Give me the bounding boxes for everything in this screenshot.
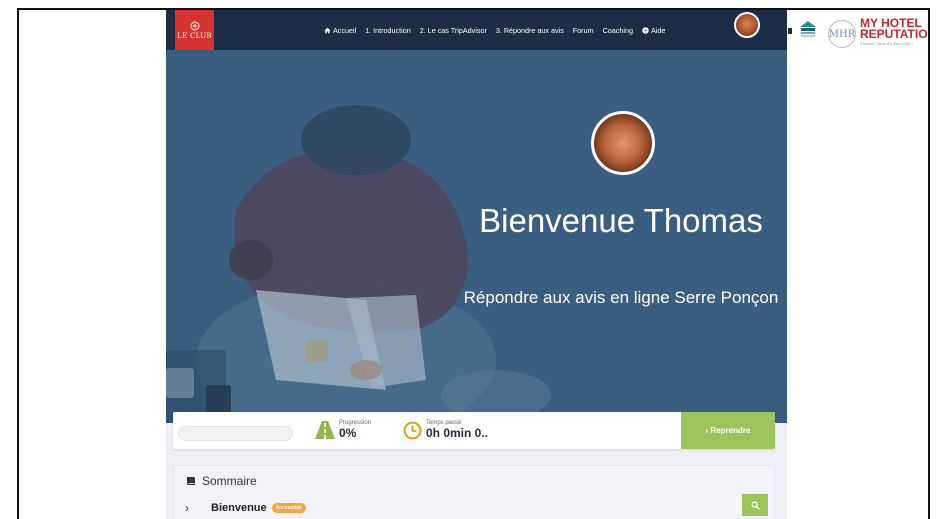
nav-item-label: Accueil [333,25,357,35]
search-icon [750,500,760,510]
question-circle-icon: ? [642,26,649,34]
mhr-title: MY HOTEL REPUTATION [860,16,930,41]
nav-item-aide[interactable]: ? Aide [642,26,665,35]
main-menu: Accueil 1. Introduction 2. Le cas TripAd… [324,10,674,50]
partner-logos: MHR MY HOTEL REPUTATION Prenez l'avis du… [788,16,930,50]
progress-track [178,426,293,441]
search-button[interactable] [742,494,768,516]
mhr-tagline: Prenez l'avis du bon côté ! [860,41,914,46]
nav-edge [788,28,792,34]
profile-avatar [591,111,655,175]
mhr-logo-circle: MHR [828,20,856,48]
top-navbar: LE CLUB Accueil 1. Introduction 2. Le ca… [166,10,787,50]
book-icon [187,477,195,485]
nav-item-introduction[interactable]: 1. Introduction [365,26,411,35]
nav-item-label: 2. Le cas TripAdvisor [419,25,487,35]
browser-frame: LE CLUB Accueil 1. Introduction 2. Le ca… [17,8,930,519]
club-logo[interactable]: LE CLUB [175,10,214,50]
summary-panel: Sommaire › Bienvenue Accessible [173,465,775,519]
logo-mark-icon [190,21,199,30]
summary-item-label: Bienvenue [211,502,267,514]
home-icon [324,27,331,33]
hero-banner: Bienvenue Thomas Répondre aux avis en li… [166,50,787,423]
summary-header: Sommaire [186,474,257,488]
chevron-right-icon[interactable]: › [185,501,205,515]
clock-icon [403,421,422,439]
accessible-badge: Accessible [271,503,306,513]
user-avatar[interactable] [734,12,760,38]
course-subtitle: Répondre aux avis en ligne Serre Ponçon [463,288,779,307]
nav-item-coaching[interactable]: Coaching [603,26,633,35]
nav-item-label: 1. Introduction [365,25,411,35]
resume-button[interactable]: › Reprendre [681,412,775,449]
road-icon [315,421,335,439]
nav-item-label: Aide [650,25,666,35]
summary-title: Sommaire [202,474,257,488]
nav-item-repondre[interactable]: 3. Répondre aux avis [496,26,564,35]
nav-item-label: Coaching [602,25,633,35]
nav-item-label: Forum [572,25,594,35]
time-value: 0h 0min 0.. [426,426,489,440]
summary-item-bienvenue[interactable]: › Bienvenue Accessible [174,494,774,519]
logo-text: LE CLUB [177,31,212,40]
nav-item-label: 3. Répondre aux avis [495,25,564,35]
progression-value: 0% [339,426,357,440]
time-stat: Temps passé 0h 0min 0.. [403,420,488,440]
svg-text:?: ? [644,28,647,34]
nav-item-forum[interactable]: Forum [573,26,594,35]
nav-item-accueil[interactable]: Accueil [324,26,356,35]
nav-item-tripadvisor[interactable]: 2. Le cas TripAdvisor [420,26,487,35]
progress-panel: Progression 0% Temps passé 0h 0min 0.. ›… [173,412,775,449]
progression-stat: Progression 0% [315,420,371,440]
welcome-title: Bienvenue Thomas [479,202,763,239]
partner-small-logo-icon [800,21,816,37]
app-container: LE CLUB Accueil 1. Introduction 2. Le ca… [166,10,787,519]
